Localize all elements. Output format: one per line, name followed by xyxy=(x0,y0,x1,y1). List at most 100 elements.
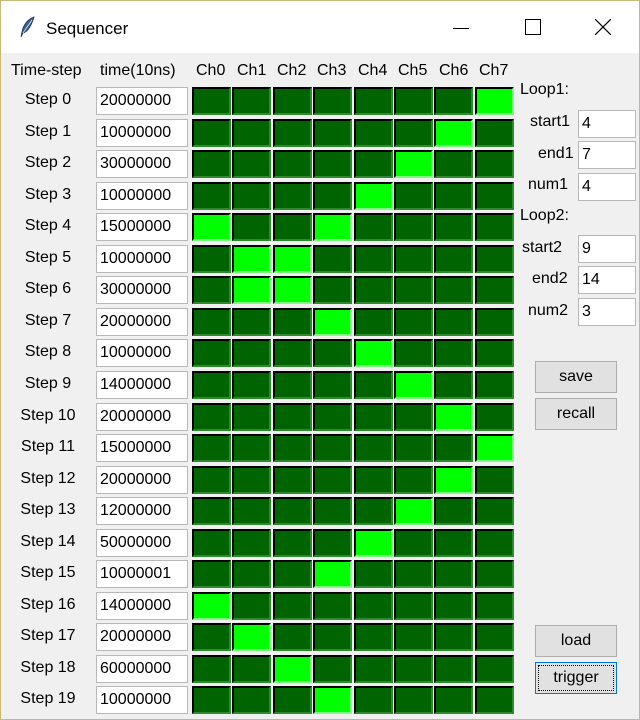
step-time-input[interactable] xyxy=(96,529,188,557)
channel-toggle-ch2[interactable] xyxy=(273,466,312,494)
channel-toggle-ch6[interactable] xyxy=(434,623,473,651)
channel-toggle-ch5[interactable] xyxy=(394,119,433,147)
channel-toggle-ch4[interactable] xyxy=(354,560,393,588)
channel-toggle-ch6[interactable] xyxy=(434,87,473,115)
channel-toggle-ch0[interactable] xyxy=(192,592,231,620)
channel-toggle-ch2[interactable] xyxy=(273,87,312,115)
channel-toggle-ch2[interactable] xyxy=(273,245,312,273)
channel-toggle-ch1[interactable] xyxy=(232,403,271,431)
channel-toggle-ch1[interactable] xyxy=(232,276,271,304)
step-time-input[interactable] xyxy=(96,276,188,304)
channel-toggle-ch0[interactable] xyxy=(192,403,231,431)
save-button[interactable]: save xyxy=(535,361,617,393)
channel-toggle-ch3[interactable] xyxy=(313,182,352,210)
minimize-button[interactable] xyxy=(438,1,484,53)
channel-toggle-ch0[interactable] xyxy=(192,119,231,147)
channel-toggle-ch1[interactable] xyxy=(232,592,271,620)
channel-toggle-ch7[interactable] xyxy=(475,686,514,714)
channel-toggle-ch5[interactable] xyxy=(394,182,433,210)
channel-toggle-ch1[interactable] xyxy=(232,339,271,367)
channel-toggle-ch0[interactable] xyxy=(192,245,231,273)
channel-toggle-ch0[interactable] xyxy=(192,339,231,367)
channel-toggle-ch4[interactable] xyxy=(354,592,393,620)
channel-toggle-ch3[interactable] xyxy=(313,497,352,525)
channel-toggle-ch7[interactable] xyxy=(475,339,514,367)
channel-toggle-ch7[interactable] xyxy=(475,623,514,651)
channel-toggle-ch0[interactable] xyxy=(192,623,231,651)
channel-toggle-ch0[interactable] xyxy=(192,276,231,304)
channel-toggle-ch2[interactable] xyxy=(273,119,312,147)
channel-toggle-ch3[interactable] xyxy=(313,529,352,557)
channel-toggle-ch7[interactable] xyxy=(475,119,514,147)
channel-toggle-ch0[interactable] xyxy=(192,466,231,494)
channel-toggle-ch6[interactable] xyxy=(434,276,473,304)
channel-toggle-ch2[interactable] xyxy=(273,655,312,683)
channel-toggle-ch4[interactable] xyxy=(354,245,393,273)
channel-toggle-ch6[interactable] xyxy=(434,182,473,210)
channel-toggle-ch5[interactable] xyxy=(394,623,433,651)
channel-toggle-ch4[interactable] xyxy=(354,655,393,683)
channel-toggle-ch5[interactable] xyxy=(394,686,433,714)
channel-toggle-ch2[interactable] xyxy=(273,339,312,367)
channel-toggle-ch4[interactable] xyxy=(354,529,393,557)
channel-toggle-ch7[interactable] xyxy=(475,245,514,273)
channel-toggle-ch4[interactable] xyxy=(354,686,393,714)
channel-toggle-ch4[interactable] xyxy=(354,434,393,462)
channel-toggle-ch0[interactable] xyxy=(192,529,231,557)
step-time-input[interactable] xyxy=(96,213,188,241)
channel-toggle-ch3[interactable] xyxy=(313,245,352,273)
channel-toggle-ch6[interactable] xyxy=(434,403,473,431)
channel-toggle-ch1[interactable] xyxy=(232,655,271,683)
channel-toggle-ch2[interactable] xyxy=(273,529,312,557)
channel-toggle-ch2[interactable] xyxy=(273,686,312,714)
channel-toggle-ch3[interactable] xyxy=(313,623,352,651)
channel-toggle-ch4[interactable] xyxy=(354,150,393,178)
channel-toggle-ch3[interactable] xyxy=(313,655,352,683)
channel-toggle-ch7[interactable] xyxy=(475,434,514,462)
channel-toggle-ch5[interactable] xyxy=(394,276,433,304)
step-time-input[interactable] xyxy=(96,245,188,273)
channel-toggle-ch4[interactable] xyxy=(354,466,393,494)
channel-toggle-ch0[interactable] xyxy=(192,371,231,399)
step-time-input[interactable] xyxy=(96,119,188,147)
channel-toggle-ch6[interactable] xyxy=(434,245,473,273)
channel-toggle-ch7[interactable] xyxy=(475,655,514,683)
end2-input[interactable] xyxy=(578,266,636,294)
channel-toggle-ch2[interactable] xyxy=(273,276,312,304)
channel-toggle-ch2[interactable] xyxy=(273,371,312,399)
channel-toggle-ch5[interactable] xyxy=(394,592,433,620)
start1-input[interactable] xyxy=(578,110,636,138)
channel-toggle-ch6[interactable] xyxy=(434,529,473,557)
channel-toggle-ch7[interactable] xyxy=(475,497,514,525)
channel-toggle-ch7[interactable] xyxy=(475,592,514,620)
channel-toggle-ch6[interactable] xyxy=(434,213,473,241)
channel-toggle-ch0[interactable] xyxy=(192,150,231,178)
channel-toggle-ch0[interactable] xyxy=(192,686,231,714)
channel-toggle-ch0[interactable] xyxy=(192,655,231,683)
channel-toggle-ch6[interactable] xyxy=(434,434,473,462)
channel-toggle-ch5[interactable] xyxy=(394,466,433,494)
recall-button[interactable]: recall xyxy=(535,398,617,430)
step-time-input[interactable] xyxy=(96,497,188,525)
channel-toggle-ch2[interactable] xyxy=(273,182,312,210)
channel-toggle-ch0[interactable] xyxy=(192,497,231,525)
channel-toggle-ch3[interactable] xyxy=(313,119,352,147)
channel-toggle-ch1[interactable] xyxy=(232,560,271,588)
channel-toggle-ch0[interactable] xyxy=(192,213,231,241)
step-time-input[interactable] xyxy=(96,403,188,431)
channel-toggle-ch3[interactable] xyxy=(313,560,352,588)
channel-toggle-ch5[interactable] xyxy=(394,403,433,431)
channel-toggle-ch0[interactable] xyxy=(192,182,231,210)
channel-toggle-ch3[interactable] xyxy=(313,213,352,241)
channel-toggle-ch2[interactable] xyxy=(273,497,312,525)
channel-toggle-ch7[interactable] xyxy=(475,87,514,115)
channel-toggle-ch3[interactable] xyxy=(313,339,352,367)
channel-toggle-ch7[interactable] xyxy=(475,403,514,431)
close-button[interactable] xyxy=(580,1,626,53)
load-button[interactable]: load xyxy=(535,625,617,657)
channel-toggle-ch6[interactable] xyxy=(434,466,473,494)
end1-input[interactable] xyxy=(578,141,636,169)
channel-toggle-ch4[interactable] xyxy=(354,182,393,210)
channel-toggle-ch5[interactable] xyxy=(394,655,433,683)
channel-toggle-ch3[interactable] xyxy=(313,466,352,494)
